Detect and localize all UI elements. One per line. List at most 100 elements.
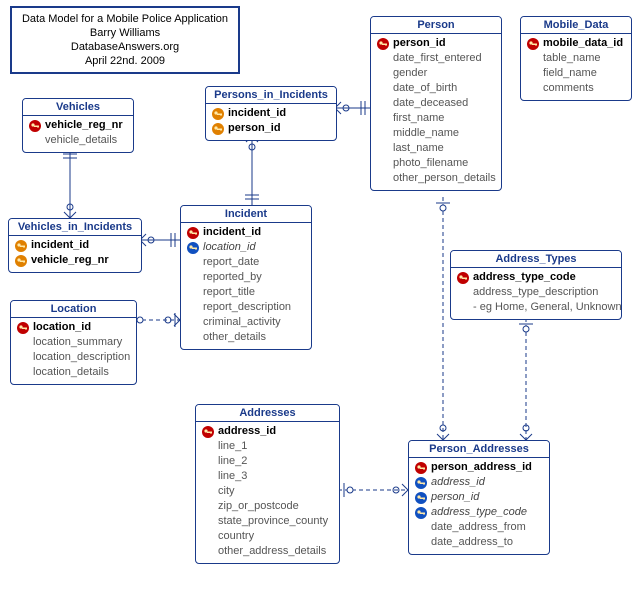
attribute-name: location_description	[33, 350, 130, 365]
no-key-icon	[200, 455, 216, 469]
attribute-name: incident_id	[228, 106, 286, 121]
entity-person: Person person_iddate_first_enteredgender…	[370, 16, 502, 191]
no-key-icon	[185, 331, 201, 345]
attribute-name: date_deceased	[393, 96, 468, 111]
attribute-name: person_id	[431, 490, 479, 505]
entity-addresses: Addresses address_idline_1line_2line_3ci…	[195, 404, 340, 564]
attribute-row: location_description	[15, 350, 132, 365]
attribute-row: report_description	[185, 300, 307, 315]
attribute-row: date_deceased	[375, 96, 497, 111]
entity-persons-in-incidents: Persons_in_Incidents incident_idperson_i…	[205, 86, 337, 141]
info-line: Barry Williams	[20, 26, 230, 40]
entity-title: Mobile_Data	[521, 17, 631, 34]
entity-address-types: Address_Types address_type_codeaddress_t…	[450, 250, 622, 320]
attribute-row: report_date	[185, 255, 307, 270]
no-key-icon	[375, 142, 391, 156]
no-key-icon	[455, 286, 471, 300]
attribute-name: reported_by	[203, 270, 262, 285]
no-key-icon	[413, 536, 429, 550]
fk-key-icon	[413, 476, 429, 490]
attribute-row: location_summary	[15, 335, 132, 350]
no-key-icon	[200, 485, 216, 499]
attribute-row: person_address_id	[413, 460, 545, 475]
fk-key-icon	[413, 506, 429, 520]
entity-body: person_address_idaddress_idperson_idaddr…	[409, 458, 549, 554]
attribute-name: vehicle_reg_nr	[45, 118, 123, 133]
fk-key-icon	[185, 241, 201, 255]
attribute-row: photo_filename	[375, 156, 497, 171]
no-key-icon	[200, 545, 216, 559]
attribute-row: reported_by	[185, 270, 307, 285]
entity-vehicles: Vehicles vehicle_reg_nrvehicle_details	[22, 98, 134, 153]
attribute-name: mobile_data_id	[543, 36, 623, 51]
pf-key-icon	[210, 122, 226, 136]
attribute-row: field_name	[525, 66, 627, 81]
pf-key-icon	[13, 239, 29, 253]
attribute-name: incident_id	[203, 225, 261, 240]
attribute-row: criminal_activity	[185, 315, 307, 330]
attribute-name: line_2	[218, 454, 247, 469]
attribute-name: report_title	[203, 285, 255, 300]
attribute-row: state_province_county	[200, 514, 335, 529]
no-key-icon	[200, 500, 216, 514]
no-key-icon	[185, 286, 201, 300]
attribute-name: report_date	[203, 255, 259, 270]
attribute-row: middle_name	[375, 126, 497, 141]
attribute-name: comments	[543, 81, 594, 96]
attribute-row: location_id	[15, 320, 132, 335]
entity-body: incident_idvehicle_reg_nr	[9, 236, 141, 272]
attribute-row: city	[200, 484, 335, 499]
pf-key-icon	[13, 254, 29, 268]
attribute-name: country	[218, 529, 254, 544]
attribute-name: state_province_county	[218, 514, 328, 529]
entity-body: address_idline_1line_2line_3cityzip_or_p…	[196, 422, 339, 563]
attribute-name: location_summary	[33, 335, 122, 350]
diagram-info-box: Data Model for a Mobile Police Applicati…	[10, 6, 240, 74]
attribute-name: report_description	[203, 300, 291, 315]
attribute-name: person_address_id	[431, 460, 532, 475]
attribute-name: address_type_code	[473, 270, 576, 285]
attribute-row: last_name	[375, 141, 497, 156]
attribute-name: photo_filename	[393, 156, 468, 171]
attribute-name: incident_id	[31, 238, 89, 253]
no-key-icon	[375, 82, 391, 96]
attribute-row: - eg Home, General, Unknown	[455, 300, 617, 315]
attribute-name: middle_name	[393, 126, 459, 141]
attribute-row: address_type_code	[455, 270, 617, 285]
attribute-row: other_address_details	[200, 544, 335, 559]
pf-key-icon	[210, 107, 226, 121]
no-key-icon	[27, 134, 43, 148]
no-key-icon	[525, 52, 541, 66]
no-key-icon	[375, 67, 391, 81]
attribute-name: address_type_code	[431, 505, 527, 520]
attribute-row: other_person_details	[375, 171, 497, 186]
attribute-name: other_address_details	[218, 544, 326, 559]
entity-title: Vehicles_in_Incidents	[9, 219, 141, 236]
attribute-name: vehicle_details	[45, 133, 117, 148]
attribute-name: - eg Home, General, Unknown	[473, 300, 622, 315]
no-key-icon	[200, 515, 216, 529]
no-key-icon	[185, 316, 201, 330]
attribute-row: date_of_birth	[375, 81, 497, 96]
entity-body: person_iddate_first_enteredgenderdate_of…	[371, 34, 501, 190]
entity-title: Addresses	[196, 405, 339, 422]
pk-key-icon	[455, 271, 471, 285]
attribute-name: location_id	[33, 320, 91, 335]
no-key-icon	[525, 67, 541, 81]
entity-vehicles-in-incidents: Vehicles_in_Incidents incident_idvehicle…	[8, 218, 142, 273]
no-key-icon	[375, 157, 391, 171]
attribute-row: address_id	[200, 424, 335, 439]
attribute-name: date_of_birth	[393, 81, 457, 96]
entity-title: Location	[11, 301, 136, 318]
entity-title: Persons_in_Incidents	[206, 87, 336, 104]
attribute-name: first_name	[393, 111, 444, 126]
attribute-name: location_details	[33, 365, 109, 380]
no-key-icon	[15, 366, 31, 380]
no-key-icon	[375, 127, 391, 141]
entity-title: Address_Types	[451, 251, 621, 268]
attribute-row: address_type_code	[413, 505, 545, 520]
no-key-icon	[375, 52, 391, 66]
no-key-icon	[375, 97, 391, 111]
no-key-icon	[375, 172, 391, 186]
entity-incident: Incident incident_idlocation_idreport_da…	[180, 205, 312, 350]
